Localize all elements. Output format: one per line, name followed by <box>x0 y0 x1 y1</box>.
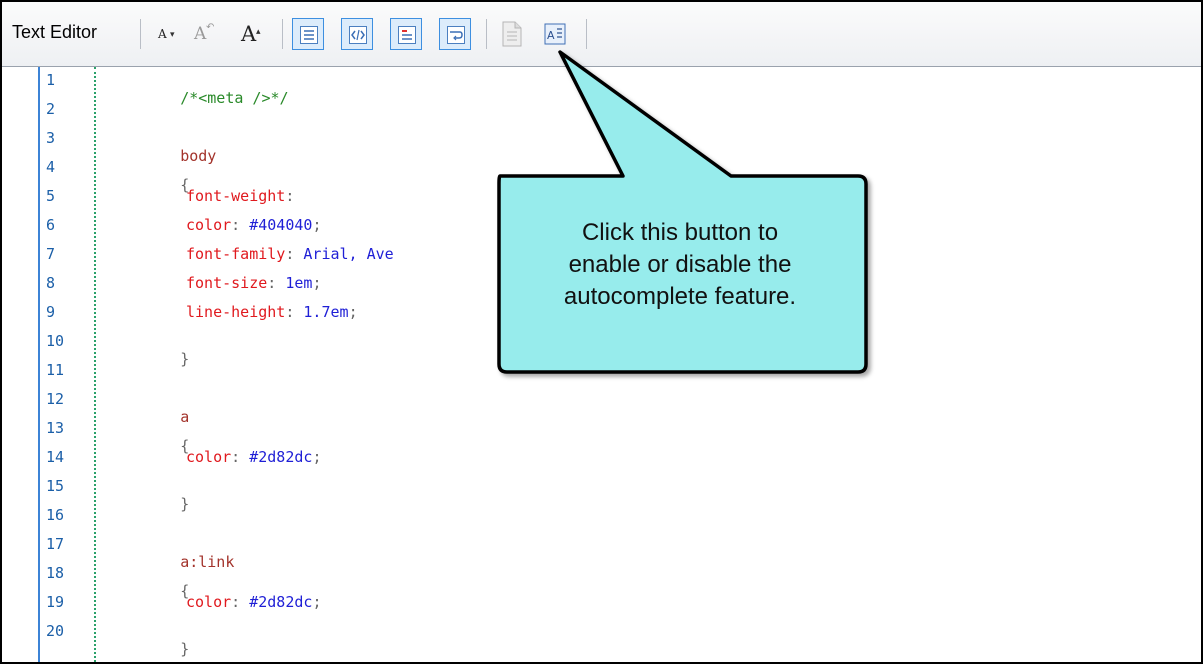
line-number: 15 <box>46 477 65 495</box>
code-punctuation: : <box>285 187 295 205</box>
code-punctuation: ; <box>312 593 322 611</box>
code-line: font-size: 1em; <box>186 274 321 292</box>
code-punctuation: : <box>267 274 286 292</box>
highlight-icon <box>398 26 416 44</box>
autocomplete-icon: A <box>544 23 566 45</box>
line-number: 18 <box>46 564 65 582</box>
toolbar: Text Editor A ▾ A ↶ A ▴ A <box>2 2 1201 67</box>
code-punctuation: : <box>231 448 250 466</box>
code-comment: /*<meta />*/ <box>180 89 289 107</box>
code-brace: } <box>180 350 190 368</box>
code-punctuation: : <box>285 245 304 263</box>
code-brace: } <box>180 495 190 513</box>
code-punctuation: : <box>231 216 250 234</box>
code-line: /*<meta />*/ <box>126 71 289 125</box>
toolbar-title: Text Editor <box>12 22 98 42</box>
code-property: font-size <box>186 274 268 292</box>
highlight-button[interactable] <box>390 18 422 50</box>
line-number: 12 <box>46 390 65 408</box>
gutter-line <box>38 67 40 662</box>
line-number: 7 <box>46 245 56 263</box>
word-wrap-button[interactable] <box>439 18 471 50</box>
code-line: } <box>126 622 190 662</box>
increase-font-icon: A <box>241 22 257 46</box>
code-property: font-weight <box>186 187 286 205</box>
line-number: 20 <box>46 622 65 640</box>
code-punctuation: ; <box>312 216 322 234</box>
code-punctuation: : <box>285 303 304 321</box>
decrease-font-button[interactable]: A ▾ <box>153 20 181 48</box>
toolbar-separator <box>586 19 587 49</box>
word-wrap-icon <box>447 26 465 44</box>
code-line: { <box>126 564 189 618</box>
code-property: color <box>186 216 232 234</box>
line-number: 13 <box>46 419 65 437</box>
line-number: 9 <box>46 303 56 321</box>
code-editor[interactable]: 1 2 3 4 5 6 7 8 9 10 11 12 13 14 15 16 1… <box>2 67 1201 662</box>
code-brace: } <box>180 640 190 658</box>
code-value: 1em <box>285 274 313 292</box>
code-line: } <box>126 332 189 386</box>
toolbar-separator <box>140 19 141 49</box>
code-line: line-height: 1.7em; <box>186 303 358 321</box>
code-line: { <box>126 419 189 473</box>
tag-mode-icon <box>349 26 367 44</box>
code-value: #2d82dc <box>249 593 313 611</box>
increase-font-button[interactable]: A ▴ <box>236 20 270 48</box>
line-numbers-button[interactable] <box>292 18 324 50</box>
line-number: 10 <box>46 332 65 350</box>
line-number: 4 <box>46 158 56 176</box>
tag-mode-button[interactable] <box>341 18 373 50</box>
gutter-divider <box>94 67 96 662</box>
code-line: { <box>126 158 189 212</box>
code-line: color: #2d82dc; <box>186 448 321 466</box>
code-punctuation: ; <box>312 274 322 292</box>
line-number: 11 <box>46 361 65 379</box>
code-line: font-family: Arial, Ave <box>186 245 394 263</box>
code-punctuation: ; <box>348 303 358 321</box>
line-number: 1 <box>46 71 56 89</box>
reset-font-button[interactable]: A ↶ <box>190 20 218 48</box>
line-number: 2 <box>46 100 56 118</box>
document-icon <box>502 21 522 47</box>
document-button[interactable] <box>499 20 525 48</box>
line-number: 14 <box>46 448 65 466</box>
line-number: 6 <box>46 216 56 234</box>
code-property: color <box>186 593 232 611</box>
code-value: #2d82dc <box>249 448 313 466</box>
line-number: 16 <box>46 506 65 524</box>
code-line: font-weight: <box>186 187 294 205</box>
decrease-font-icon: A <box>158 27 167 41</box>
code-line: } <box>126 477 189 531</box>
line-number: 8 <box>46 274 56 292</box>
code-property: color <box>186 448 232 466</box>
autocomplete-button[interactable]: A <box>542 20 568 48</box>
code-value: #404040 <box>249 216 313 234</box>
line-number: 17 <box>46 535 65 553</box>
line-number: 3 <box>46 129 56 147</box>
line-number: 19 <box>46 593 65 611</box>
code-value: 1.7em <box>303 303 349 321</box>
code-punctuation: ; <box>312 448 322 466</box>
toolbar-separator <box>486 19 487 49</box>
code-punctuation: : <box>231 593 250 611</box>
svg-text:A: A <box>547 29 555 42</box>
line-number: 5 <box>46 187 56 205</box>
code-line: color: #404040; <box>186 216 321 234</box>
text-editor-window: Text Editor A ▾ A ↶ A ▴ A 1 2 3 4 5 6 7 … <box>0 0 1203 664</box>
toolbar-separator <box>282 19 283 49</box>
code-line: color: #2d82dc; <box>186 593 321 611</box>
reset-font-icon: A <box>194 24 207 44</box>
code-property: font-family <box>186 245 286 263</box>
line-numbers-icon <box>300 26 318 44</box>
code-value: Arial, Ave <box>303 245 394 263</box>
code-property: line-height <box>186 303 286 321</box>
